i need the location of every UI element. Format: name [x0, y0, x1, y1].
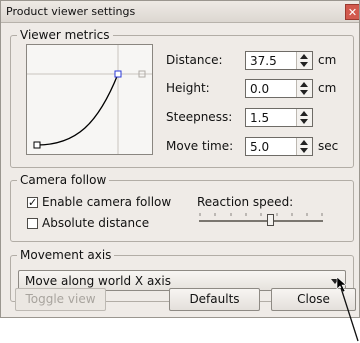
distance-label: Distance:	[166, 53, 223, 67]
reaction-speed-label: Reaction speed:	[197, 195, 294, 209]
spin-arrows-icon[interactable]	[296, 138, 312, 155]
absolute-distance-checkbox[interactable]	[27, 218, 38, 229]
toggle-view-button[interactable]: Toggle view	[15, 288, 106, 311]
curve-start-handle[interactable]	[33, 141, 41, 149]
move-time-spinbox[interactable]: 5.0	[245, 137, 313, 156]
spin-arrows-icon[interactable]	[296, 52, 312, 69]
enable-camera-follow-checkbox[interactable]: ✓	[27, 197, 38, 208]
spin-arrows-icon[interactable]	[296, 109, 312, 126]
move-time-unit: sec	[318, 139, 339, 153]
movement-axis-selected: Move along world X axis	[25, 274, 171, 288]
settings-dialog: Product viewer settings ✕ Viewer metrics…	[0, 0, 360, 318]
curve-end-handle[interactable]	[114, 70, 122, 78]
defaults-label: Defaults	[189, 292, 240, 306]
toggle-view-label: Toggle view	[25, 292, 96, 306]
camera-follow-legend: Camera follow	[20, 173, 107, 187]
distance-value: 37.5	[250, 54, 277, 68]
distance-spinbox[interactable]: 37.5	[245, 51, 313, 70]
steepness-value: 1.5	[250, 111, 270, 125]
move-time-label: Move time:	[166, 139, 234, 153]
move-time-value: 5.0	[250, 140, 270, 154]
close-label: Close	[297, 292, 330, 306]
reaction-speed-slider[interactable]	[197, 211, 325, 227]
window-title: Product viewer settings	[6, 5, 136, 18]
height-spinbox[interactable]: 0.0	[245, 79, 313, 98]
height-label: Height:	[166, 81, 210, 95]
check-icon: ✓	[28, 196, 38, 209]
steepness-label: Steepness:	[166, 110, 233, 124]
height-unit: cm	[318, 81, 337, 95]
absolute-distance-label: Absolute distance	[42, 216, 150, 230]
slider-handle[interactable]	[267, 214, 274, 226]
distance-unit: cm	[318, 53, 337, 67]
viewer-metrics-legend: Viewer metrics	[20, 28, 110, 42]
defaults-button[interactable]: Defaults	[169, 288, 260, 311]
spin-arrows-icon[interactable]	[296, 80, 312, 97]
close-icon: ✕	[347, 6, 358, 19]
title-bar: Product viewer settings ✕	[1, 1, 359, 23]
movement-axis-legend: Movement axis	[20, 248, 112, 262]
window-close-button[interactable]: ✕	[345, 4, 359, 20]
enable-camera-follow-label: Enable camera follow	[42, 195, 172, 209]
curve-editor[interactable]	[26, 44, 153, 155]
mouse-pointer-icon	[336, 276, 359, 342]
steepness-spinbox[interactable]: 1.5	[245, 108, 313, 127]
height-value: 0.0	[250, 82, 270, 96]
slider-track	[199, 213, 323, 222]
